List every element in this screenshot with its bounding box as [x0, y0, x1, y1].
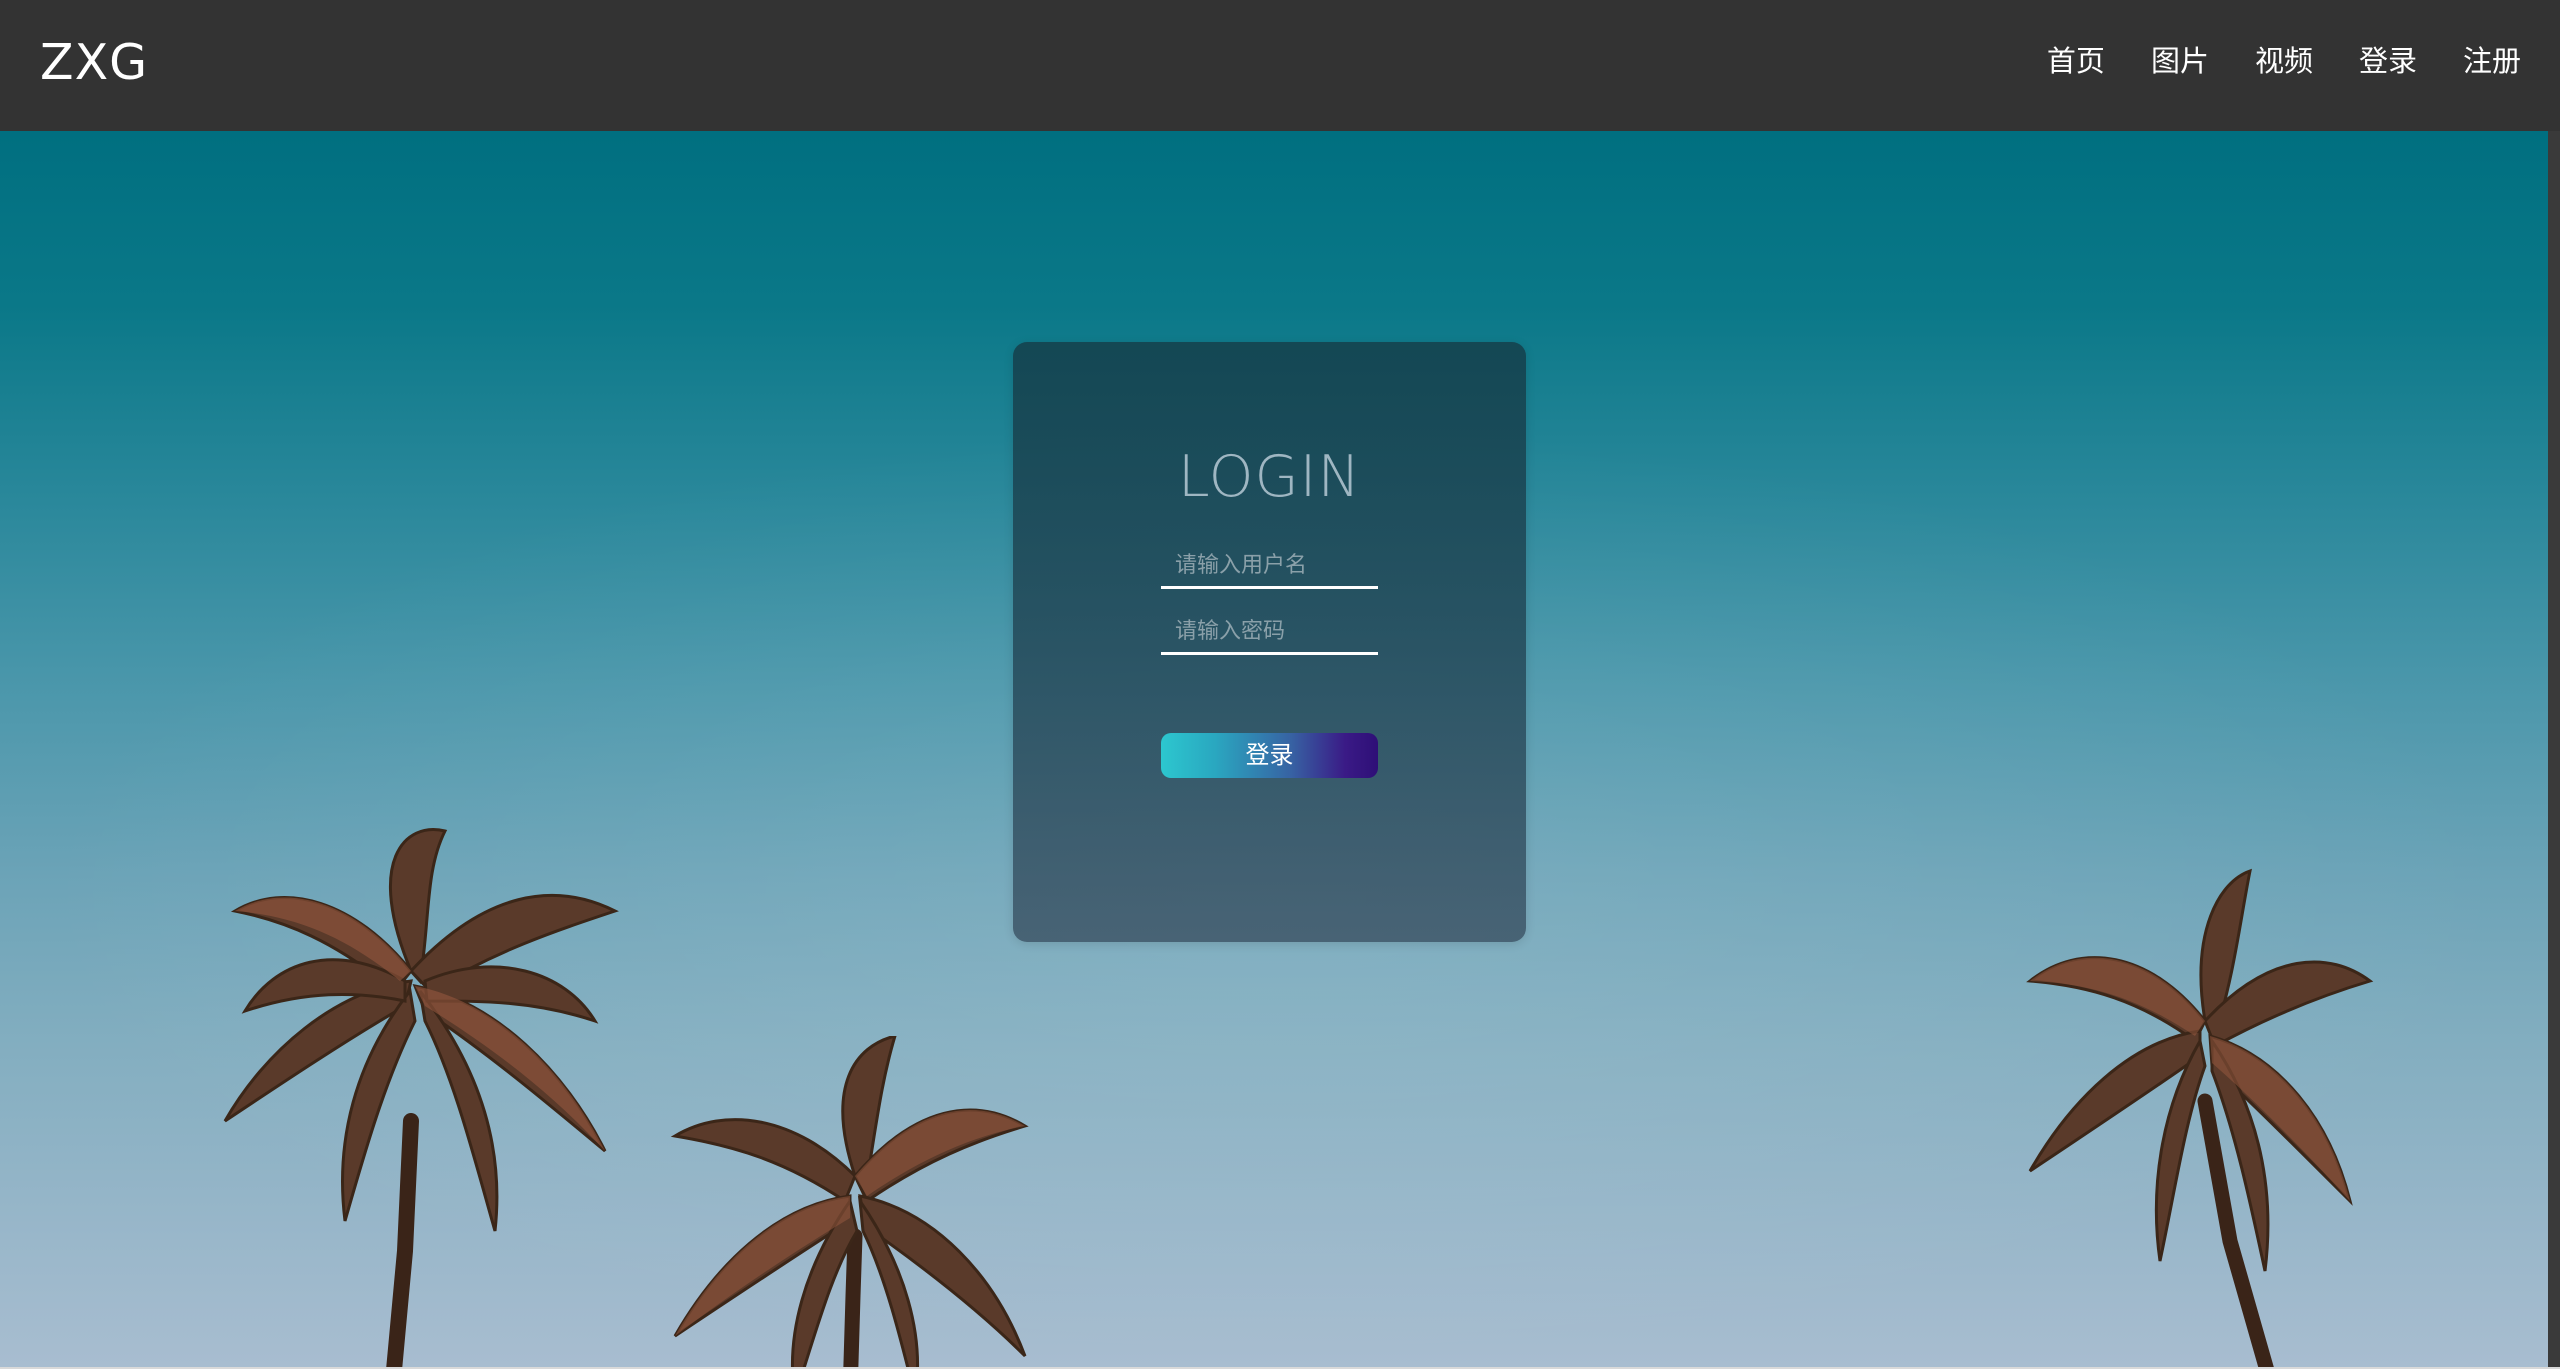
- nav-item-home[interactable]: 首页: [2047, 36, 2105, 86]
- nav-item-login[interactable]: 登录: [2359, 36, 2417, 86]
- palm-tree-left: [223, 828, 619, 1367]
- password-input[interactable]: [1161, 610, 1378, 655]
- nav-item-images[interactable]: 图片: [2151, 36, 2209, 86]
- palm-tree-middle: [670, 1036, 1029, 1367]
- palm-tree-right: [2026, 868, 2374, 1367]
- login-title: LOGIN: [1177, 444, 1362, 510]
- vertical-scrollbar[interactable]: [2548, 131, 2560, 1367]
- login-submit-button[interactable]: 登录: [1161, 733, 1378, 778]
- site-logo[interactable]: ZXG: [40, 28, 148, 98]
- username-input[interactable]: [1161, 544, 1378, 589]
- top-navbar: ZXG 首页 图片 视频 登录 注册: [0, 0, 2560, 131]
- nav-item-videos[interactable]: 视频: [2255, 36, 2313, 86]
- main-nav: 首页 图片 视频 登录 注册: [2001, 36, 2521, 86]
- nav-item-register[interactable]: 注册: [2463, 36, 2521, 86]
